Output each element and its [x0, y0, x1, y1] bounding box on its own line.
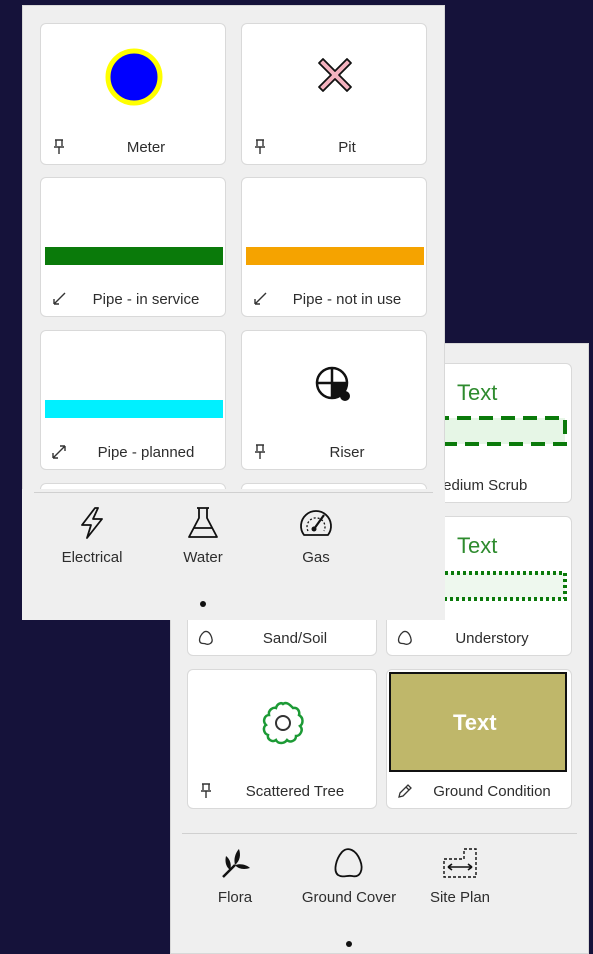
symbol-panel-utilities: Meter Pit Pipe - in service Pipe - not i… — [22, 5, 445, 620]
symbol-card-scattered-tree[interactable]: Scattered Tree — [187, 669, 377, 809]
symbol-card-pit[interactable]: Pit — [241, 23, 427, 165]
symbol-text-preview: Text — [457, 380, 498, 405]
symbol-card-pipe-not-in-use[interactable]: Pipe - not in use — [241, 177, 427, 317]
line-arrow-icon — [53, 292, 66, 305]
tab-flora[interactable]: Flora — [200, 845, 270, 906]
meter-symbol — [105, 48, 163, 106]
symbol-label: Pipe - planned — [97, 444, 195, 461]
line-arrow-icon — [254, 292, 267, 305]
divider — [34, 492, 433, 493]
blob-icon — [334, 848, 363, 878]
tab-label: Ground Cover — [301, 889, 397, 906]
pin-icon — [201, 783, 211, 798]
symbol-card-pipe-in-service[interactable]: Pipe - in service — [40, 177, 226, 317]
tab-water[interactable]: Water — [168, 505, 238, 607]
pit-symbol — [318, 58, 352, 92]
tab-gas[interactable]: Gas — [281, 505, 351, 566]
symbol-label: Pipe - in service — [92, 291, 200, 308]
flask-icon — [188, 507, 218, 538]
symbol-label: Sand/Soil — [262, 630, 328, 647]
gauge-icon — [300, 510, 332, 536]
symbol-text-preview: Text — [453, 710, 497, 735]
line-symbol — [246, 247, 424, 265]
symbol-label: Understory — [455, 630, 529, 647]
pin-icon — [255, 139, 265, 154]
symbol-label: Pipe - not in use — [292, 291, 402, 308]
tab-label: Flora — [217, 889, 253, 906]
symbol-card-meter[interactable]: Meter — [40, 23, 226, 165]
pencil-icon — [398, 784, 412, 798]
blob-icon — [198, 630, 213, 645]
pin-icon — [255, 444, 265, 459]
tab-label: Site Plan — [429, 889, 491, 906]
tab-site-plan[interactable]: Site Plan — [422, 845, 498, 906]
symbol-label: Ground Condition — [433, 783, 551, 800]
line-symbol — [45, 400, 223, 418]
divider — [182, 833, 577, 834]
tab-ground-cover[interactable]: Ground Cover — [290, 845, 408, 947]
symbol-text-preview: Text — [457, 533, 498, 558]
active-tab-indicator — [346, 941, 352, 947]
symbol-card-ground-condition[interactable]: Text Ground Condition — [386, 669, 572, 809]
leaf-icon — [222, 849, 250, 878]
tab-label: Electrical — [61, 549, 123, 566]
tab-label: Gas — [302, 549, 330, 566]
symbol-card-riser[interactable]: Riser — [241, 330, 427, 470]
riser-symbol — [315, 366, 350, 401]
symbol-label: Meter — [126, 139, 166, 156]
double-arrow-icon — [52, 445, 66, 459]
lightning-icon — [81, 507, 103, 539]
symbol-card-pipe-planned[interactable]: Pipe - planned — [40, 330, 226, 470]
active-tab-indicator — [200, 601, 206, 607]
tab-electrical[interactable]: Electrical — [52, 505, 132, 566]
pin-icon — [54, 139, 64, 154]
tree-symbol — [262, 701, 304, 745]
blob-icon — [397, 630, 412, 645]
symbol-label: Scattered Tree — [245, 783, 345, 800]
symbol-label: Riser — [329, 444, 365, 461]
line-symbol — [45, 247, 223, 265]
dimension-icon — [443, 848, 477, 878]
tab-label: Water — [183, 549, 223, 566]
symbol-label: Pit — [338, 139, 356, 156]
